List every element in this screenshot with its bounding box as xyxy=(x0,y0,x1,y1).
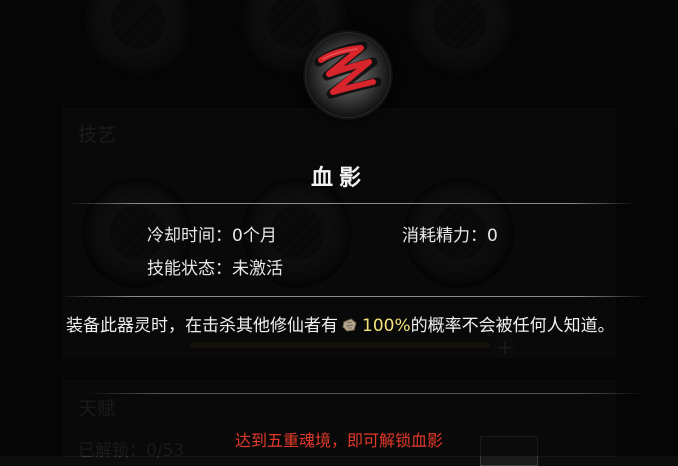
cost-stat: 消耗精力：0 xyxy=(402,221,498,246)
skill-description: 装备此器灵时，在击杀其他修仙者有 100%的概率不会被任何人知道。 xyxy=(66,310,678,343)
state-value: 未激活 xyxy=(232,259,283,279)
desc-chance: 100% xyxy=(362,316,411,336)
state-label: 技能状态： xyxy=(147,259,232,279)
desc-prefix: 装备此器灵时，在击杀其他修仙者有 xyxy=(66,316,338,336)
desc-divider xyxy=(86,393,646,394)
cooldown-value: 0个月 xyxy=(232,226,277,246)
red-slash-rune-icon xyxy=(305,32,391,118)
title-divider xyxy=(68,203,638,204)
desc-suffix: 的概率不会被任何人知道。 xyxy=(410,316,615,336)
cooldown-label: 冷却时间： xyxy=(147,226,232,246)
cooldown-stat: 冷却时间：0个月 xyxy=(147,221,277,246)
cost-label: 消耗精力： xyxy=(402,226,487,246)
talisman-icon xyxy=(342,312,358,332)
state-stat: 技能状态：未激活 xyxy=(147,254,283,279)
unlock-hint: 达到五重魂境，即可解锁血影 xyxy=(234,431,443,450)
skill-title: 血影 xyxy=(310,166,367,191)
cost-value: 0 xyxy=(487,226,498,246)
stats-divider xyxy=(60,296,650,297)
